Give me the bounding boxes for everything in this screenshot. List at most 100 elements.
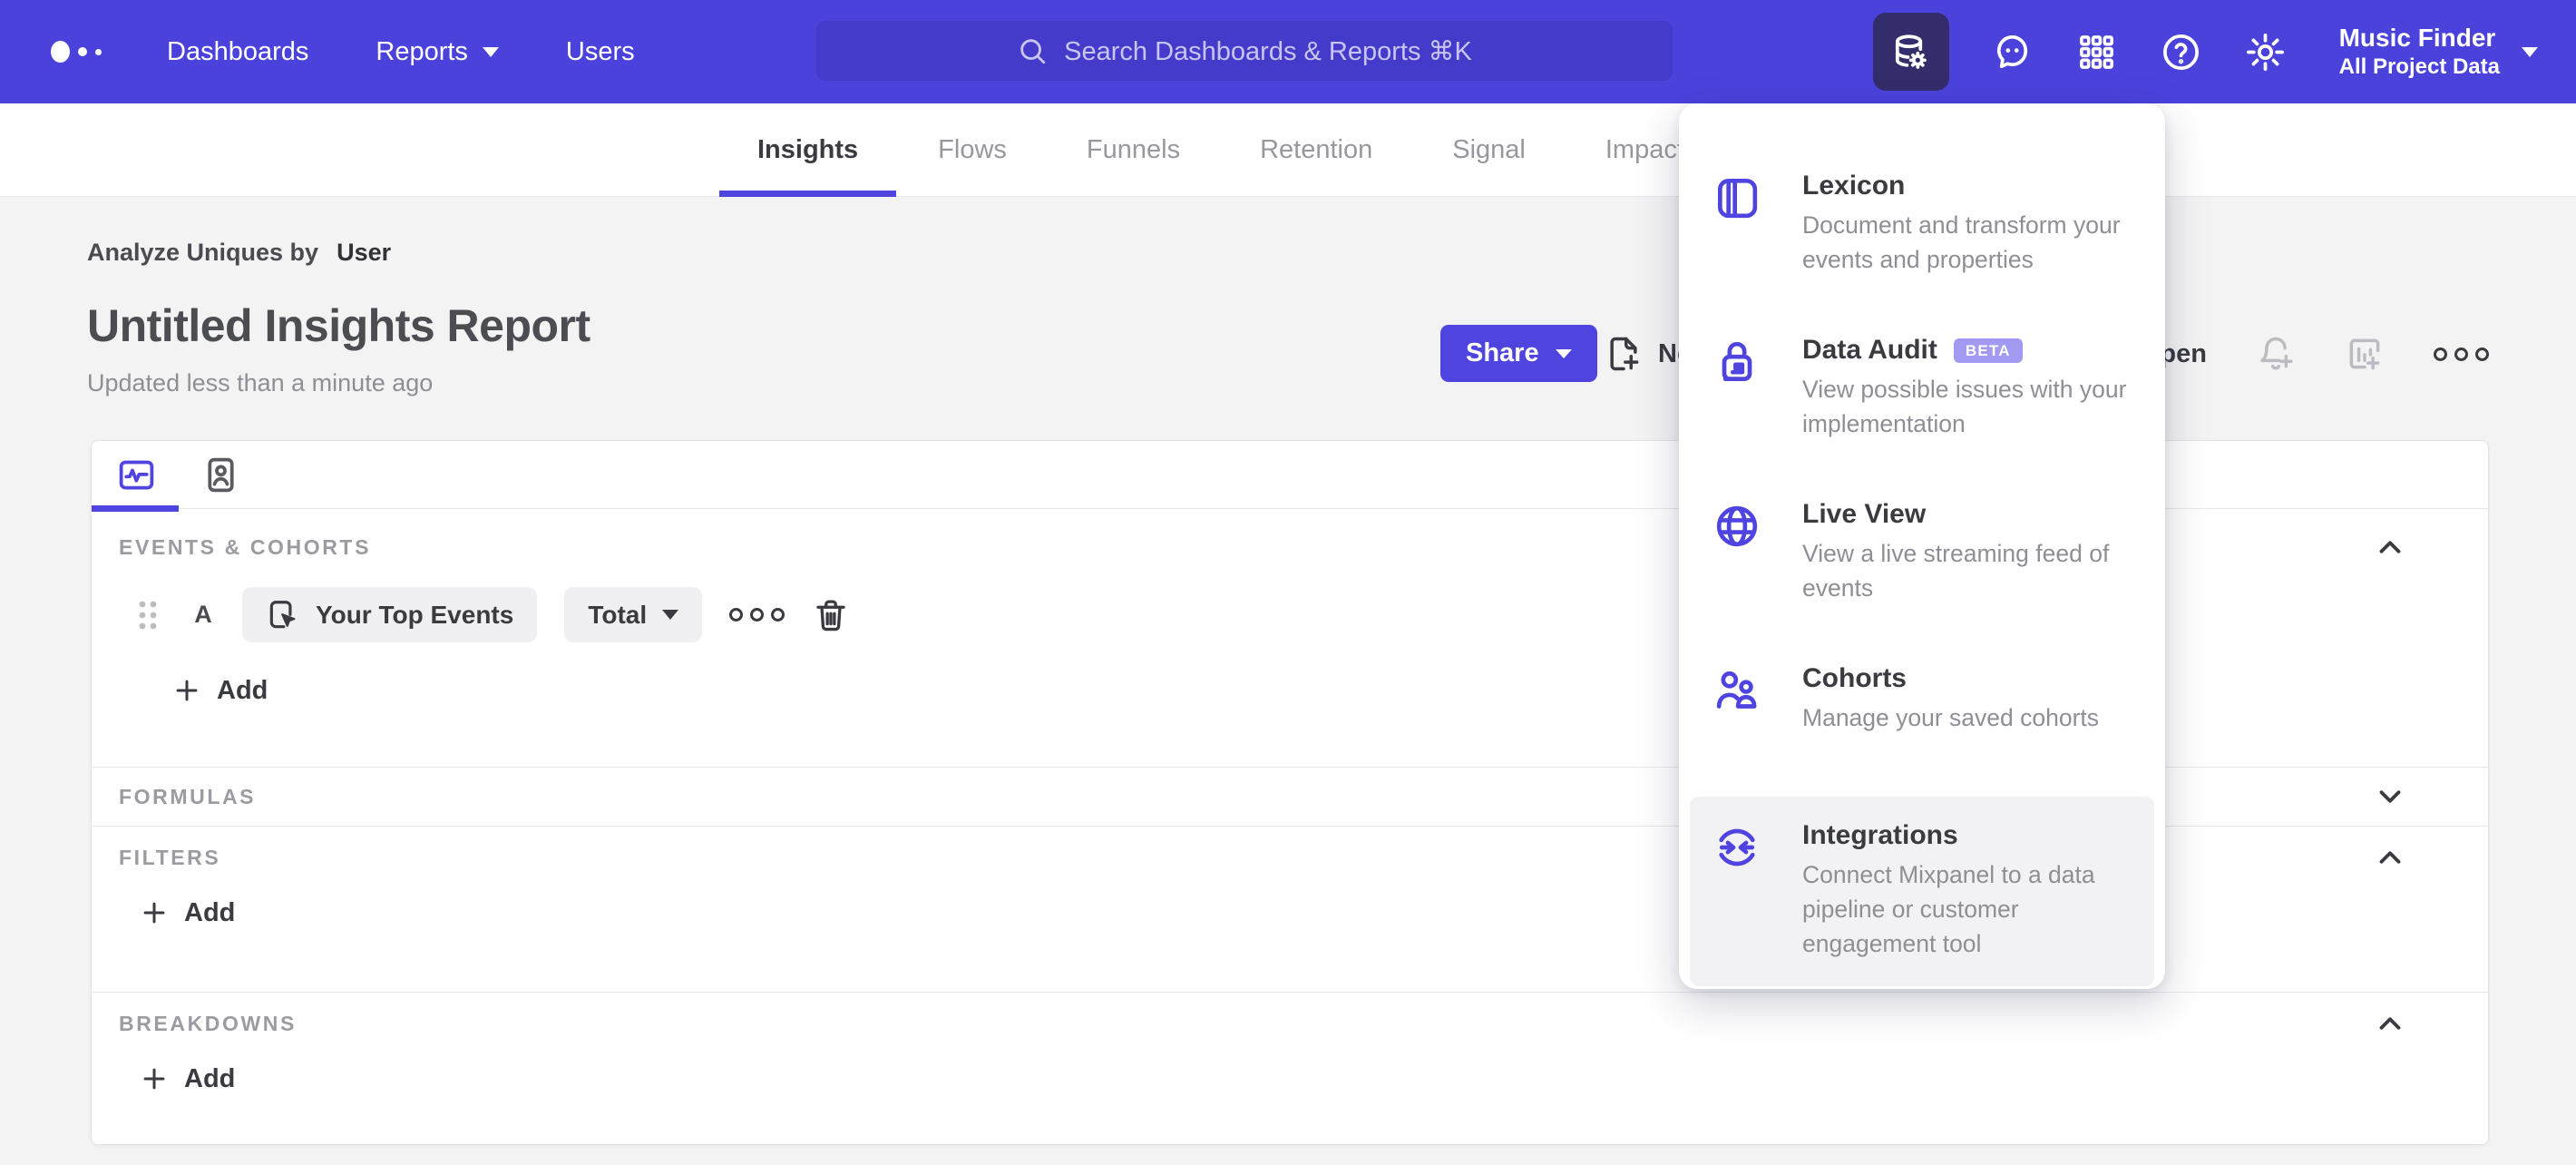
chevron-up-icon	[2379, 1017, 2401, 1030]
menu-item-description: Document and transform your events and p…	[1802, 211, 2121, 273]
project-selector[interactable]: Music Finder All Project Data	[2339, 23, 2538, 81]
report-title[interactable]: Untitled Insights Report	[87, 299, 590, 352]
search-icon	[1020, 39, 1046, 64]
lexicon-book-icon	[1718, 179, 1758, 219]
help-icon	[2162, 34, 2199, 70]
add-event-label: Add	[217, 675, 268, 705]
add-breakdown-label: Add	[184, 1063, 236, 1093]
feedback-button[interactable]	[1991, 31, 2034, 73]
settings-gear-icon	[2246, 33, 2284, 71]
mixpanel-app: Dashboards Reports Users Search Dashboar…	[0, 0, 2576, 1165]
chevron-up-icon	[2379, 851, 2401, 864]
caret-down-icon	[2522, 46, 2538, 57]
caret-down-icon	[482, 46, 499, 57]
share-button[interactable]: Share	[1440, 325, 1597, 382]
tab-events-view[interactable]	[116, 455, 157, 495]
add-filter-button[interactable]: Add	[139, 897, 235, 928]
menu-item-title: Cohorts	[1802, 663, 1907, 693]
nav-dashboards[interactable]: Dashboards	[167, 37, 308, 67]
plus-icon	[176, 680, 198, 701]
analyze-by-value[interactable]: User	[337, 239, 391, 267]
menu-item-title: Integrations	[1802, 820, 1958, 850]
help-button[interactable]	[2160, 31, 2202, 73]
tab-flows[interactable]: Flows	[938, 103, 1007, 196]
chevron-up-icon	[2379, 541, 2401, 553]
menu-item-title: Live View	[1802, 499, 1927, 529]
delete-event-button[interactable]	[812, 596, 850, 634]
breakdowns-label: BREAKDOWNS	[119, 1011, 297, 1035]
caret-down-icon	[662, 610, 679, 620]
menu-item-title: Lexicon	[1802, 171, 1906, 201]
add-event-button[interactable]: Add	[171, 675, 268, 706]
nav-users[interactable]: Users	[566, 37, 635, 67]
more-actions-button[interactable]	[2434, 347, 2489, 361]
search-placeholder: Search Dashboards & Reports ⌘K	[1064, 36, 1472, 66]
aggregation-label: Total	[588, 600, 648, 629]
share-button-label: Share	[1466, 338, 1539, 367]
menu-item-description: View a live streaming feed of events	[1802, 540, 2110, 602]
data-management-menu: Lexicon Document and transform your even…	[1679, 103, 2165, 989]
nav-reports[interactable]: Reports	[376, 37, 499, 67]
audit-lock-icon	[1722, 341, 1752, 381]
breadcrumb: Analyze Uniques by User	[87, 234, 391, 270]
tab-signal-label: Signal	[1452, 134, 1526, 164]
report-tabs-bar: Insights Flows Funnels Retention Signal …	[0, 103, 2576, 197]
mixpanel-logo-icon[interactable]	[51, 41, 102, 63]
menu-item-description: View possible issues with your implement…	[1802, 376, 2127, 437]
event-selector[interactable]: Your Top Events	[242, 587, 538, 642]
nav-dashboards-label: Dashboards	[167, 36, 309, 66]
chart-plus-icon	[2349, 338, 2380, 370]
filters-label: FILTERS	[119, 845, 221, 869]
apps-grid-button[interactable]	[2075, 31, 2118, 73]
menu-item-cohorts[interactable]: Cohorts Manage your saved cohorts	[1690, 640, 2154, 760]
updated-timestamp: Updated less than a minute ago	[87, 369, 434, 396]
data-management-button[interactable]	[1872, 13, 1949, 91]
event-selector-label: Your Top Events	[316, 600, 514, 629]
alert-button[interactable]	[2256, 334, 2296, 374]
menu-item-title: Data Audit	[1802, 335, 1937, 365]
search-input[interactable]: Search Dashboards & Reports ⌘K	[816, 21, 1673, 81]
add-chart-button[interactable]	[2345, 334, 2385, 374]
tab-insights-label: Insights	[757, 134, 859, 164]
event-row-more-button[interactable]	[729, 608, 785, 622]
aggregation-selector[interactable]: Total	[564, 587, 703, 642]
insights-chart-icon	[119, 460, 154, 489]
tab-funnels[interactable]: Funnels	[1087, 103, 1180, 196]
tab-insights[interactable]: Insights	[718, 103, 897, 197]
data-management-icon	[1896, 34, 1927, 69]
chevron-down-icon	[2379, 790, 2401, 803]
section-breakdowns: BREAKDOWNS Add	[92, 993, 2488, 1145]
tab-impact[interactable]: Impact	[1605, 103, 1684, 196]
menu-item-description: Manage your saved cohorts	[1802, 704, 2100, 731]
analyze-by-label: Analyze Uniques by	[87, 238, 319, 266]
tab-signal[interactable]: Signal	[1452, 103, 1526, 196]
drag-handle[interactable]	[133, 597, 164, 633]
apps-grid-icon	[2079, 34, 2113, 69]
menu-item-integrations[interactable]: Integrations Connect Mixpanel to a data …	[1690, 797, 2154, 986]
menu-item-description: Connect Mixpanel to a data pipeline or c…	[1802, 861, 2095, 957]
collapse-events-button[interactable]	[2370, 527, 2410, 567]
project-scope: All Project Data	[2338, 54, 2500, 79]
bell-plus-icon	[2260, 337, 2293, 370]
query-row-letter: A	[194, 601, 212, 628]
collapse-breakdowns-button[interactable]	[2370, 1003, 2410, 1043]
caret-down-icon	[1555, 348, 1572, 358]
tab-profiles-view[interactable]	[200, 455, 241, 495]
cohorts-people-icon	[1716, 671, 1757, 709]
add-breakdown-button[interactable]: Add	[139, 1063, 235, 1094]
add-filter-label: Add	[184, 897, 236, 927]
trash-icon	[816, 599, 845, 631]
top-nav: Dashboards Reports Users Search Dashboar…	[0, 0, 2576, 103]
profile-card-icon	[208, 457, 234, 492]
settings-button[interactable]	[2244, 31, 2287, 73]
tab-retention[interactable]: Retention	[1260, 103, 1372, 196]
plus-icon	[143, 1068, 165, 1090]
tab-funnels-label: Funnels	[1086, 134, 1181, 164]
events-cohorts-label: EVENTS & COHORTS	[119, 534, 372, 559]
menu-item-live-view[interactable]: Live View View a live streaming feed of …	[1690, 475, 2154, 631]
expand-formulas-button[interactable]	[2370, 777, 2410, 817]
menu-item-lexicon[interactable]: Lexicon Document and transform your even…	[1690, 147, 2154, 302]
beta-badge: BETA	[1953, 338, 2023, 363]
menu-item-data-audit[interactable]: Data Audit BETA View possible issues wit…	[1690, 311, 2154, 466]
collapse-filters-button[interactable]	[2370, 837, 2410, 877]
